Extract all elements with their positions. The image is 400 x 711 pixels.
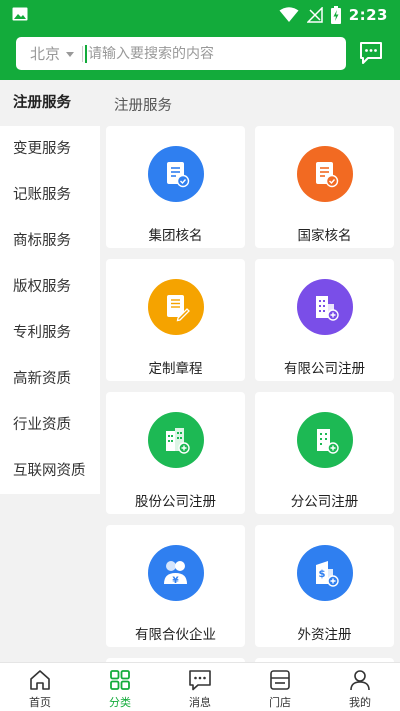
card-label: 分公司注册 — [290, 494, 359, 510]
chat-icon[interactable] — [358, 40, 384, 66]
search-box[interactable]: 北京 — [16, 37, 346, 70]
sidebar-item-registration[interactable]: 注册服务 — [0, 80, 100, 126]
nav-label: 分类 — [109, 696, 131, 709]
nav-label: 我的 — [349, 696, 371, 709]
service-grid: 注册服务 集团核名 国家核名 定制章程 有限公司注册 股份公司注册 分公司注册 … — [100, 80, 400, 662]
sidebar-item-patent[interactable]: 专利服务 — [0, 310, 100, 356]
card-label: 国家核名 — [297, 228, 352, 244]
divider — [82, 45, 84, 62]
nav-messages[interactable]: 消息 — [160, 663, 240, 711]
category-sidebar: 注册服务 变更服务 记账服务 商标服务 版权服务 专利服务 高新资质 行业资质 … — [0, 80, 100, 662]
card-label: 有限公司注册 — [284, 361, 365, 377]
sidebar-list: 变更服务 记账服务 商标服务 版权服务 专利服务 高新资质 行业资质 互联网资质 — [0, 126, 100, 494]
card-label: 集团核名 — [148, 228, 203, 244]
nav-label: 首页 — [29, 696, 51, 709]
signal-icon — [306, 7, 323, 23]
buildings-add-icon — [148, 412, 204, 468]
category-icon — [110, 670, 130, 690]
card-label: 定制章程 — [148, 361, 203, 377]
store-icon — [270, 670, 290, 690]
image-notification-icon — [12, 7, 28, 21]
nav-profile[interactable]: 我的 — [320, 663, 400, 711]
sidebar-item-internet[interactable]: 互联网资质 — [0, 448, 100, 494]
card-label: 股份公司注册 — [135, 494, 216, 510]
sidebar-item-copyright[interactable]: 版权服务 — [0, 264, 100, 310]
text-cursor — [85, 44, 88, 63]
battery-charging-icon — [330, 6, 341, 24]
person-icon — [350, 670, 370, 691]
nav-category[interactable]: 分类 — [80, 663, 160, 711]
sidebar-item-change[interactable]: 变更服务 — [0, 126, 100, 172]
service-card-limited-partnership[interactable]: ¥ 有限合伙企业 — [106, 525, 245, 647]
document-check-icon — [297, 146, 353, 202]
service-card-llc-registration[interactable]: 有限公司注册 — [255, 259, 394, 381]
nav-label: 消息 — [189, 696, 211, 709]
message-icon — [189, 670, 211, 691]
sidebar-item-hightech[interactable]: 高新资质 — [0, 356, 100, 402]
building-add-icon — [297, 412, 353, 468]
service-card-national-name-check[interactable]: 国家核名 — [255, 126, 394, 248]
section-title: 注册服务 — [114, 98, 172, 114]
service-card-foreign-registration[interactable]: $ 外资注册 — [255, 525, 394, 647]
city-selector[interactable]: 北京 — [30, 43, 60, 64]
status-time: 2:23 — [348, 6, 388, 24]
service-card-branch-registration[interactable]: 分公司注册 — [255, 392, 394, 514]
card-label: 外资注册 — [297, 627, 352, 643]
svg-text:¥: ¥ — [172, 576, 179, 586]
search-input[interactable] — [88, 45, 309, 62]
service-card-joint-stock-registration[interactable]: 股份公司注册 — [106, 392, 245, 514]
bottom-nav: 首页 分类 消息 门店 我的 — [0, 662, 400, 711]
nav-home[interactable]: 首页 — [0, 663, 80, 711]
partners-yen-icon: ¥ — [148, 545, 204, 601]
nav-store[interactable]: 门店 — [240, 663, 320, 711]
card-label: 有限合伙企业 — [135, 627, 216, 643]
wifi-icon — [279, 7, 299, 22]
svg-text:$: $ — [319, 569, 326, 580]
document-edit-icon — [148, 279, 204, 335]
sidebar-item-industry[interactable]: 行业资质 — [0, 402, 100, 448]
home-icon — [30, 670, 50, 690]
nav-label: 门店 — [269, 696, 291, 709]
service-card-group-name-check[interactable]: 集团核名 — [106, 126, 245, 248]
service-card-custom-charter[interactable]: 定制章程 — [106, 259, 245, 381]
caret-down-icon[interactable] — [66, 51, 75, 57]
header: 北京 — [0, 30, 400, 80]
status-bar: 2:23 — [0, 0, 400, 30]
building-add-icon — [297, 279, 353, 335]
sidebar-item-trademark[interactable]: 商标服务 — [0, 218, 100, 264]
document-check-icon — [148, 146, 204, 202]
building-dollar-icon: $ — [297, 545, 353, 601]
sidebar-item-bookkeeping[interactable]: 记账服务 — [0, 172, 100, 218]
